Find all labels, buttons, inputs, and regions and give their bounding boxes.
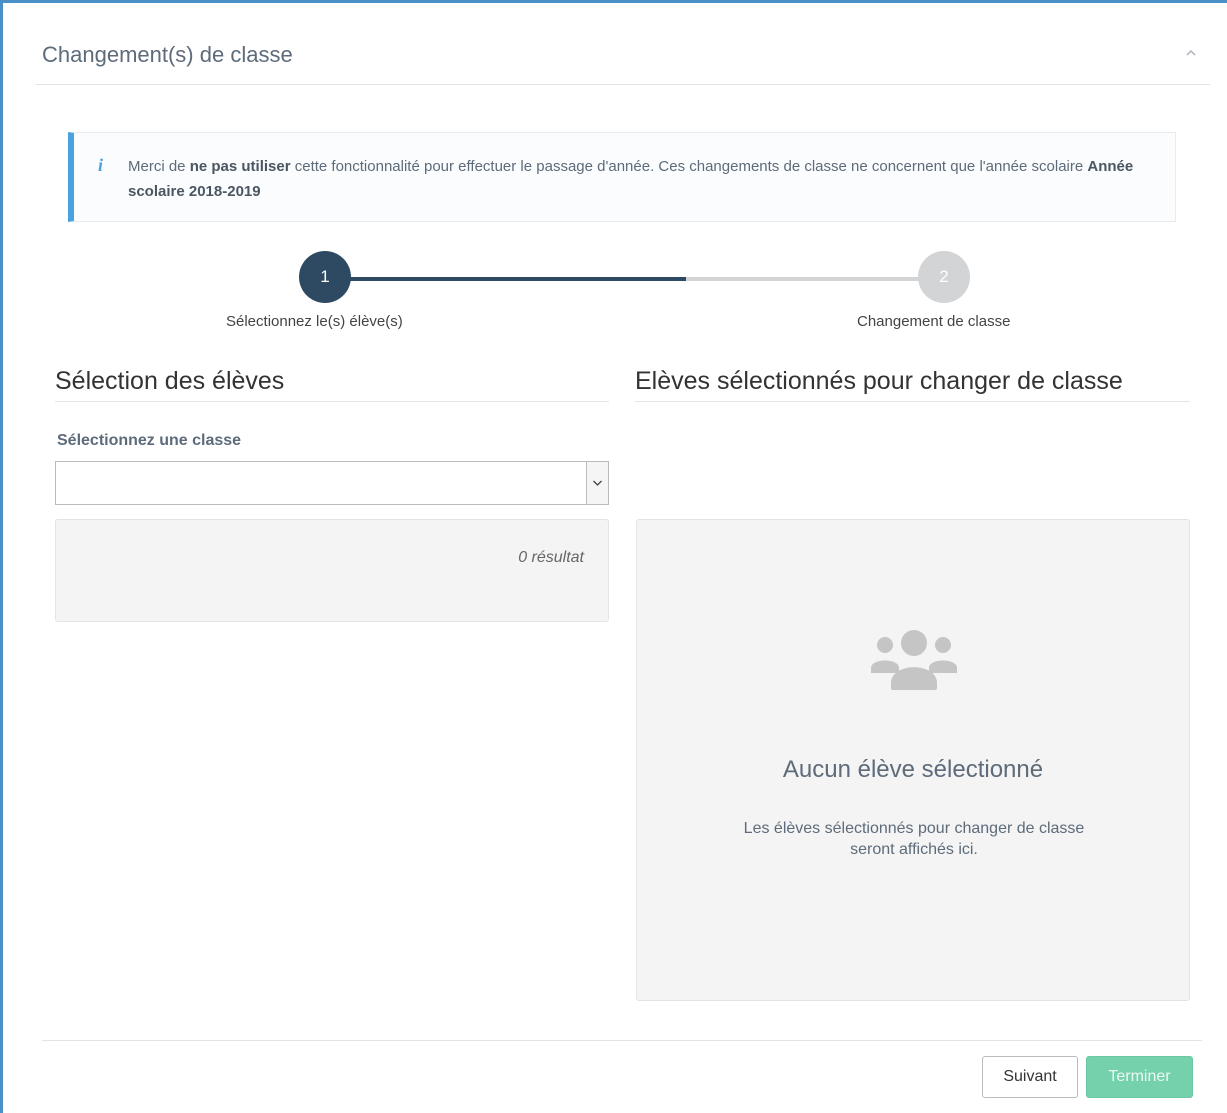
- info-alert: i Merci de ne pas utiliser cette fonctio…: [68, 132, 1176, 222]
- info-text: Merci de ne pas utiliser cette fonctionn…: [128, 158, 1134, 200]
- student-results-list: 0 résultat: [55, 519, 609, 622]
- info-icon: i: [98, 155, 104, 175]
- step-2-label: Changement de classe: [857, 313, 1011, 330]
- class-select[interactable]: [55, 461, 609, 505]
- selected-students-title: Elèves sélectionnés pour changer de clas…: [635, 367, 1190, 402]
- empty-state-title: Aucun élève sélectionné: [782, 756, 1044, 783]
- info-emphasis: ne pas utiliser: [189, 158, 291, 175]
- chevron-down-icon[interactable]: [586, 462, 608, 504]
- next-button[interactable]: Suivant: [982, 1056, 1078, 1098]
- panel-header[interactable]: Changement(s) de classe: [36, 40, 1210, 85]
- class-select-label: Sélectionnez une classe: [57, 432, 242, 449]
- finish-button[interactable]: Terminer: [1086, 1056, 1193, 1098]
- empty-state-description: Les élèves sélectionnés pour changer de …: [743, 820, 1085, 858]
- selected-students-empty-state: Aucun élève sélectionné Les élèves sélec…: [636, 519, 1190, 1001]
- results-count: 0 résultat: [518, 549, 584, 566]
- step-1-label: Sélectionnez le(s) élève(s): [226, 313, 403, 330]
- step-progress-done: [330, 277, 686, 281]
- step-2-circle[interactable]: 2: [918, 251, 970, 303]
- panel-title: Changement(s) de classe: [42, 42, 293, 67]
- chevron-up-icon[interactable]: [1184, 46, 1198, 65]
- step-1-circle[interactable]: 1: [299, 251, 351, 303]
- users-icon: [869, 628, 959, 697]
- step-progress-pending: [686, 277, 944, 281]
- student-selection-title: Sélection des élèves: [55, 367, 609, 402]
- footer-divider: [42, 1040, 1202, 1041]
